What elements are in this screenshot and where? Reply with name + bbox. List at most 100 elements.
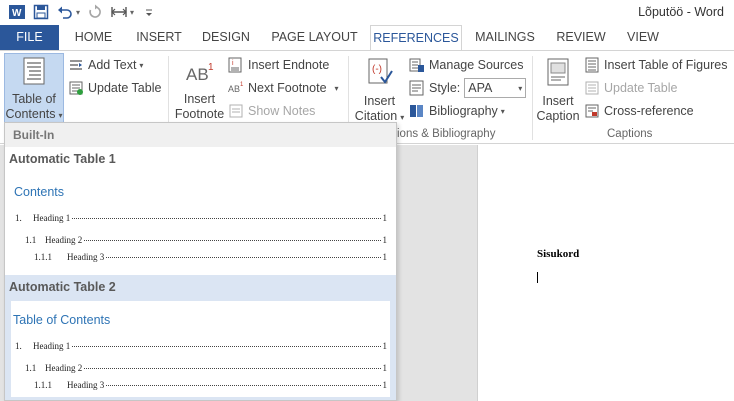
- footnote-icon: AB 1: [172, 59, 227, 89]
- tab-review[interactable]: REVIEW: [550, 25, 612, 50]
- toc-line-page: 1: [382, 235, 388, 245]
- manage-sources-label: Manage Sources: [429, 58, 524, 72]
- toc-line-page: 1: [382, 380, 388, 390]
- gallery-item-title: Automatic Table 2: [9, 280, 116, 294]
- toc-preview-line: 1.1.1 Heading 3 1: [34, 380, 387, 390]
- document-page[interactable]: Sisukord: [477, 145, 734, 401]
- insert-table-of-figures-button[interactable]: Insert Table of Figures: [584, 57, 727, 73]
- update-table-of-figures-button[interactable]: Update Table: [584, 80, 677, 96]
- manage-sources-button[interactable]: Manage Sources: [409, 57, 524, 73]
- table-of-contents-button-content: Table of Contents ▾: [4, 57, 64, 123]
- add-text-icon: [68, 57, 84, 73]
- toc-preview-line: 1. Heading 1 1: [15, 213, 387, 223]
- update-table-icon: [68, 80, 84, 96]
- svg-text:1: 1: [208, 62, 214, 73]
- text-cursor: [537, 272, 538, 283]
- undo-dropdown-icon[interactable]: ▾: [76, 8, 80, 17]
- toc-line-leader: [84, 368, 381, 369]
- insert-endnote-button[interactable]: i Insert Endnote: [228, 57, 329, 73]
- style-control: Style: APA ▾: [409, 78, 527, 98]
- citations-group-label: ions & Bibliography: [397, 128, 496, 140]
- group-separator: [532, 56, 533, 140]
- insert-citation-icon: (-): [352, 57, 407, 91]
- svg-text:1: 1: [240, 82, 244, 88]
- toc-line-number: 1.1.1: [34, 252, 52, 262]
- tab-home[interactable]: HOME: [66, 25, 121, 50]
- title-bar: W ▾ ▾ Lõputöö - Word: [0, 0, 734, 25]
- captions-group-label: Captions: [607, 128, 653, 140]
- toc-preview-line: 1.1 Heading 2 1: [25, 363, 387, 373]
- word-app-icon[interactable]: W: [8, 3, 26, 21]
- bibliography-style-value: APA: [468, 81, 493, 95]
- tab-view[interactable]: VIEW: [620, 25, 666, 50]
- manage-sources-icon: [409, 57, 425, 73]
- cross-reference-button[interactable]: Cross-reference: [584, 103, 694, 119]
- toc-line-page: 1: [382, 252, 388, 262]
- insert-footnote-button[interactable]: AB 1 Insert Footnote: [172, 59, 227, 122]
- next-footnote-button[interactable]: AB 1 Next Footnote ▾: [228, 80, 339, 96]
- gallery-section-header: Built-In: [5, 123, 396, 147]
- cross-reference-label: Cross-reference: [604, 104, 694, 118]
- touch-mode-dropdown-icon[interactable]: ▾: [130, 8, 134, 17]
- add-text-label: Add Text: [88, 58, 137, 72]
- toc-dropdown-icon: ▾: [58, 111, 63, 120]
- insert-footnote-line2: Footnote: [174, 107, 225, 121]
- bibliography-style-select[interactable]: APA ▾: [464, 78, 527, 98]
- insert-table-of-figures-label: Insert Table of Figures: [604, 58, 728, 72]
- insert-caption-line1: Insert: [542, 94, 574, 108]
- tab-page-layout[interactable]: PAGE LAYOUT: [266, 25, 363, 50]
- insert-citation-line2: Citation: [354, 109, 398, 123]
- toc-preview-line: 1.1 Heading 2 1: [25, 235, 387, 245]
- redo-icon[interactable]: [86, 3, 104, 21]
- svg-text:AB: AB: [228, 84, 240, 94]
- cross-reference-icon: [584, 103, 600, 119]
- insert-citation-button[interactable]: (-) Insert Citation ▾: [352, 57, 407, 125]
- gallery-item-automatic-table-1[interactable]: Automatic Table 1 Contents 1. Heading 1 …: [5, 147, 396, 275]
- update-table-button[interactable]: Update Table: [68, 80, 161, 96]
- tab-design[interactable]: DESIGN: [196, 25, 256, 50]
- toc-line-leader: [106, 385, 381, 386]
- undo-icon[interactable]: [56, 3, 74, 21]
- save-icon[interactable]: [32, 3, 50, 21]
- style-icon: [409, 80, 425, 96]
- toc-preview-line: 1. Heading 1 1: [15, 341, 387, 351]
- toc-line-leader: [84, 240, 381, 241]
- insert-caption-button[interactable]: Insert Caption: [535, 57, 581, 124]
- show-notes-label: Show Notes: [248, 104, 316, 118]
- toc-line-text: Heading 1: [33, 213, 71, 223]
- svg-text:(-): (-): [372, 64, 382, 75]
- toc-line-number: 1.1.1: [34, 380, 52, 390]
- insert-citation-line1: Insert: [363, 94, 396, 108]
- bibliography-dropdown-icon: ▾: [500, 106, 505, 116]
- toc-line-text: Heading 2: [45, 363, 83, 373]
- add-text-button[interactable]: Add Text ▾: [68, 57, 143, 73]
- ribbon-tabs: FILE HOME INSERT DESIGN PAGE LAYOUT REFE…: [0, 25, 734, 51]
- tab-file[interactable]: FILE: [0, 25, 59, 50]
- update-table-of-figures-label: Update Table: [604, 81, 678, 95]
- tab-insert[interactable]: INSERT: [130, 25, 188, 50]
- toc-line-page: 1: [382, 341, 388, 351]
- toc-preview-heading: Contents: [14, 185, 65, 199]
- touch-mode-icon[interactable]: [110, 3, 128, 21]
- toc-preview-heading: Table of Contents: [13, 313, 111, 327]
- bibliography-button[interactable]: Bibliography ▾: [409, 103, 505, 119]
- show-notes-button[interactable]: Show Notes: [228, 103, 315, 119]
- add-text-dropdown-icon: ▾: [139, 60, 144, 70]
- tab-references[interactable]: REFERENCES: [370, 25, 462, 51]
- toc-line-page: 1: [382, 213, 388, 223]
- endnote-icon: i: [228, 57, 244, 73]
- toc-line-number: 1.: [15, 341, 22, 351]
- toc-line-number: 1.1: [25, 363, 37, 373]
- toc-line-page: 1: [382, 363, 388, 373]
- toc-line-text: Heading 3: [67, 380, 105, 390]
- toc-line-text: Heading 3: [67, 252, 105, 262]
- window-title: Lõputöö - Word: [638, 5, 724, 19]
- gallery-item-automatic-table-2[interactable]: Automatic Table 2 Table of Contents 1. H…: [5, 275, 396, 400]
- toc-line-leader: [106, 257, 381, 258]
- tab-mailings[interactable]: MAILINGS: [470, 25, 540, 50]
- toc-line-leader: [72, 218, 381, 219]
- toc-line-number: 1.1: [25, 235, 37, 245]
- document-heading[interactable]: Sisukord: [537, 248, 579, 260]
- customize-toolbar-icon[interactable]: [140, 3, 158, 21]
- insert-footnote-line1: Insert: [183, 92, 216, 106]
